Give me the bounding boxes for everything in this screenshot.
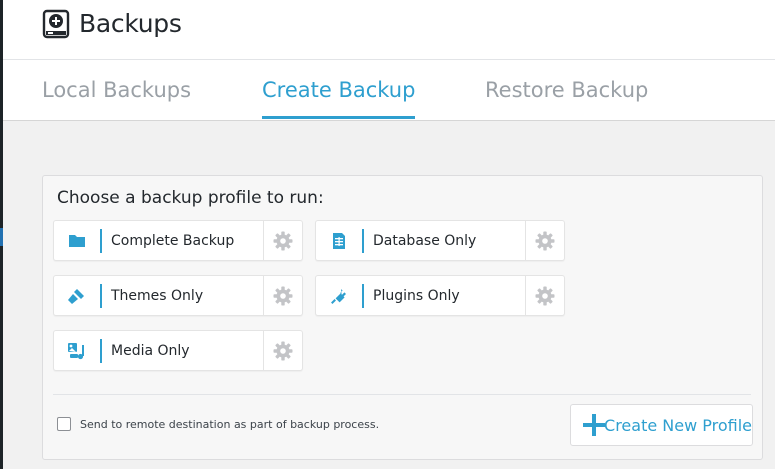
remote-destination-option: Send to remote destination as part of ba… [57, 417, 379, 431]
panel-title: Choose a backup profile to run: [57, 188, 324, 208]
create-new-profile-button[interactable]: Create New Profile [570, 404, 753, 446]
gear-icon [535, 231, 555, 250]
profile-complete-backup: Complete Backup [53, 220, 303, 261]
profile-settings-button-plugins-only[interactable] [526, 276, 564, 315]
profile-run-button-media-only[interactable]: Media Only [54, 331, 264, 370]
database-document-icon [333, 232, 345, 249]
profile-label: Complete Backup [111, 232, 235, 249]
gear-icon [273, 286, 293, 305]
paintbrush-icon [68, 288, 84, 304]
plugin-icon [331, 288, 346, 304]
profile-settings-button-media-only[interactable] [264, 331, 302, 370]
backup-drive-icon [42, 9, 70, 39]
remote-destination-label[interactable]: Send to remote destination as part of ba… [80, 418, 379, 431]
gear-icon [273, 231, 293, 250]
profile-run-button-plugins-only[interactable]: Plugins Only [316, 276, 526, 315]
profile-label: Media Only [111, 342, 190, 359]
plus-icon [583, 414, 606, 436]
profile-themes-only: Themes Only [53, 275, 303, 316]
profile-settings-button-database-only[interactable] [526, 221, 564, 260]
gear-icon [273, 341, 293, 360]
tab-create-backup[interactable]: Create Backup [262, 78, 416, 119]
profile-label: Plugins Only [373, 287, 460, 304]
profile-label: Database Only [373, 232, 477, 249]
panel-divider [53, 394, 751, 395]
profile-run-button-complete-backup[interactable]: Complete Backup [54, 221, 264, 260]
page-title: Backups [79, 9, 182, 38]
profile-label: Themes Only [111, 287, 204, 304]
page-header: Backups [3, 0, 775, 60]
profile-run-button-database-only[interactable]: Database Only [316, 221, 526, 260]
profile-run-button-themes-only[interactable]: Themes Only [54, 276, 264, 315]
tab-bar: Local Backups Create Backup Restore Back… [3, 60, 775, 121]
create-new-profile-label: Create New Profile [604, 415, 752, 435]
tab-restore-backup[interactable]: Restore Backup [485, 78, 648, 116]
profile-media-only: Media Only [53, 330, 303, 371]
media-icon [68, 342, 84, 359]
backup-profile-panel: Choose a backup profile to run: Complete… [42, 175, 763, 460]
remote-destination-checkbox[interactable] [57, 417, 71, 431]
profile-settings-button-themes-only[interactable] [264, 276, 302, 315]
gear-icon [535, 286, 555, 305]
admin-sidebar-marker [0, 228, 3, 246]
profile-plugins-only: Plugins Only [315, 275, 565, 316]
profile-database-only: Database Only [315, 220, 565, 261]
tab-local-backups[interactable]: Local Backups [42, 78, 191, 116]
folder-icon [69, 234, 85, 247]
profile-settings-button-complete-backup[interactable] [264, 221, 302, 260]
